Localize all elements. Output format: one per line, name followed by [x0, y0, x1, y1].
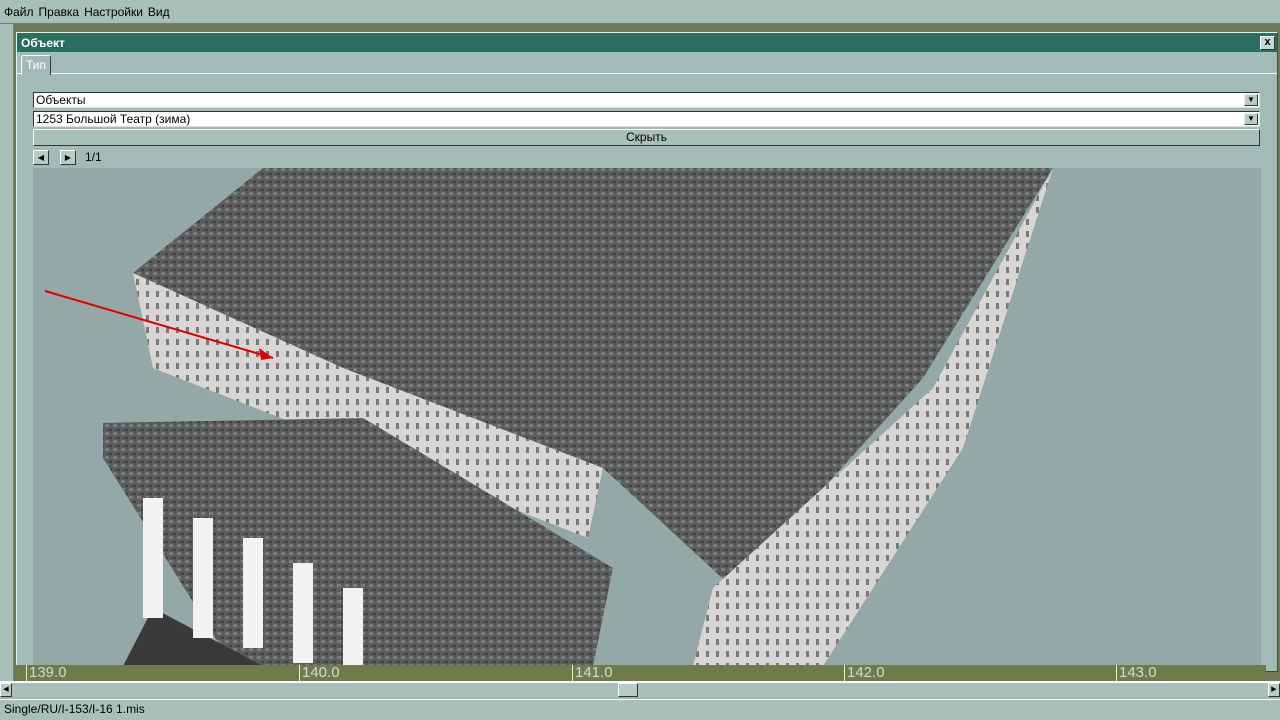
category-value: Объекты [36, 93, 86, 107]
ruler-tick: 143.0 [1116, 665, 1157, 681]
horizontal-scrollbar[interactable]: ◀ ▶ [0, 681, 1280, 697]
3d-object-preview[interactable] [33, 168, 1261, 666]
prev-button[interactable]: ◀ [33, 150, 49, 165]
tab-type[interactable]: Тип [21, 55, 52, 75]
page-indicator: 1/1 [85, 150, 102, 164]
scroll-left-button[interactable]: ◀ [0, 683, 12, 697]
status-text: Single/RU/I-153/I-16 1.mis [4, 702, 145, 716]
menu-settings[interactable]: Настройки [84, 5, 143, 19]
menu-file[interactable]: Файл [4, 5, 34, 19]
arrow-left-icon: ◀ [37, 153, 45, 162]
status-bar: Single/RU/I-153/I-16 1.mis [0, 699, 1280, 720]
next-button[interactable]: ▶ [60, 150, 76, 165]
ruler-tick: 139.0 [26, 665, 67, 681]
dialog-title: Объект [21, 35, 65, 50]
map-ruler: 139.0 140.0 141.0 142.0 143.0 [16, 665, 1266, 681]
ruler-tick: 141.0 [572, 665, 613, 681]
dialog-titlebar[interactable]: Объект x [17, 33, 1277, 52]
tab-bar: Тип [17, 52, 1277, 75]
arrow-right-icon: ▶ [64, 153, 72, 162]
scrollbar-thumb[interactable] [618, 683, 638, 697]
hide-button[interactable]: Скрыть [33, 129, 1260, 146]
chevron-down-icon[interactable]: ▼ [1244, 94, 1258, 106]
object-value: 1253 Большой Театр (зима) [36, 112, 191, 126]
chevron-down-icon[interactable]: ▼ [1244, 113, 1258, 125]
ruler-tick: 140.0 [299, 665, 340, 681]
menu-edit[interactable]: Правка [39, 5, 80, 19]
left-panel [0, 24, 14, 682]
ruler-tick: 142.0 [844, 665, 885, 681]
close-button[interactable]: x [1260, 35, 1275, 50]
object-dialog: Объект x Тип Объекты ▼ 1253 Большой Теат… [16, 32, 1278, 672]
object-select[interactable]: 1253 Большой Театр (зима) ▼ [33, 111, 1260, 127]
menu-view[interactable]: Вид [148, 5, 170, 19]
category-select[interactable]: Объекты ▼ [33, 92, 1260, 108]
scroll-right-button[interactable]: ▶ [1268, 683, 1280, 697]
building-render [44, 168, 1053, 666]
menu-bar: Файл Правка Настройки Вид [0, 0, 1280, 24]
